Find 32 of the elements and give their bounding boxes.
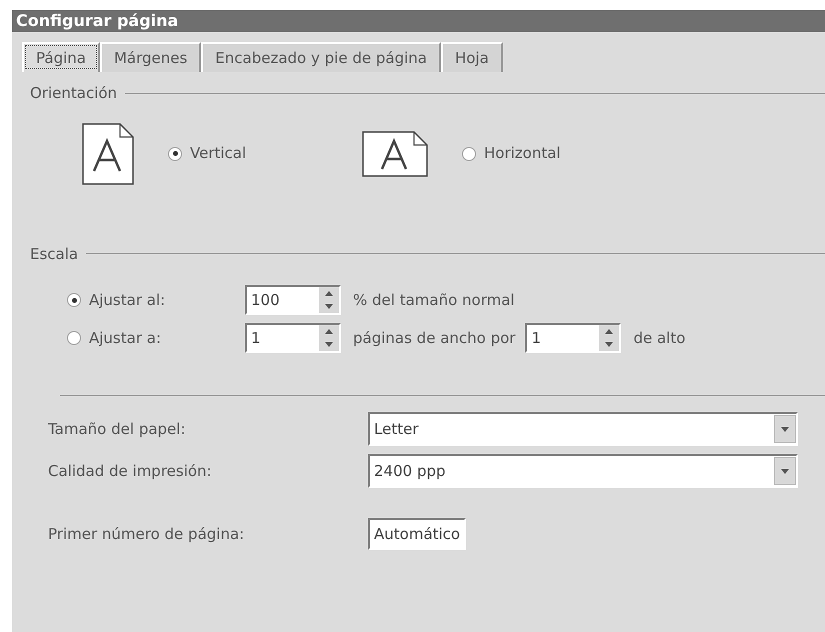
spin-field[interactable]: 1	[245, 323, 341, 353]
group-label: Orientación	[30, 83, 118, 104]
spin-field[interactable]: 1	[525, 323, 622, 353]
dropdown-field[interactable]: 2400 ppp	[368, 454, 798, 488]
spin-field[interactable]: 100	[245, 285, 341, 315]
spin-arrows-icon	[319, 287, 339, 313]
field-caption: de alto	[633, 328, 686, 349]
field-label: Primer número de página:	[48, 524, 246, 545]
group-label: Escala	[30, 244, 78, 264]
spin-arrows-icon	[599, 325, 620, 351]
field-label: Tamaño del papel:	[48, 418, 186, 440]
window-title: Configurar página	[16, 10, 178, 32]
tab[interactable]: Encabezado y pie de página	[201, 42, 441, 72]
portrait-page-icon	[82, 122, 134, 184]
radio-button[interactable]	[67, 331, 81, 345]
radio-button[interactable]	[67, 293, 81, 307]
spin-arrows-icon	[319, 325, 339, 351]
tab[interactable]: Página	[22, 42, 100, 72]
landscape-page-icon	[362, 130, 428, 176]
tab[interactable]: Márgenes	[100, 42, 202, 72]
radio-label: Ajustar al:	[89, 290, 166, 311]
radio-label: Vertical	[190, 143, 246, 164]
radio-button[interactable]	[462, 146, 476, 160]
tab[interactable]: Hoja	[440, 42, 503, 72]
field-caption: % del tamaño normal	[353, 290, 515, 311]
radio-button[interactable]	[168, 146, 182, 160]
field-caption: páginas de ancho por	[353, 328, 516, 349]
dropdown-field[interactable]: Letter	[368, 412, 798, 446]
radio-label: Ajustar a:	[89, 328, 162, 349]
radio-label: Horizontal	[484, 143, 561, 164]
input-field[interactable]: Automático	[368, 518, 466, 550]
field-label: Calidad de impresión:	[48, 460, 213, 482]
